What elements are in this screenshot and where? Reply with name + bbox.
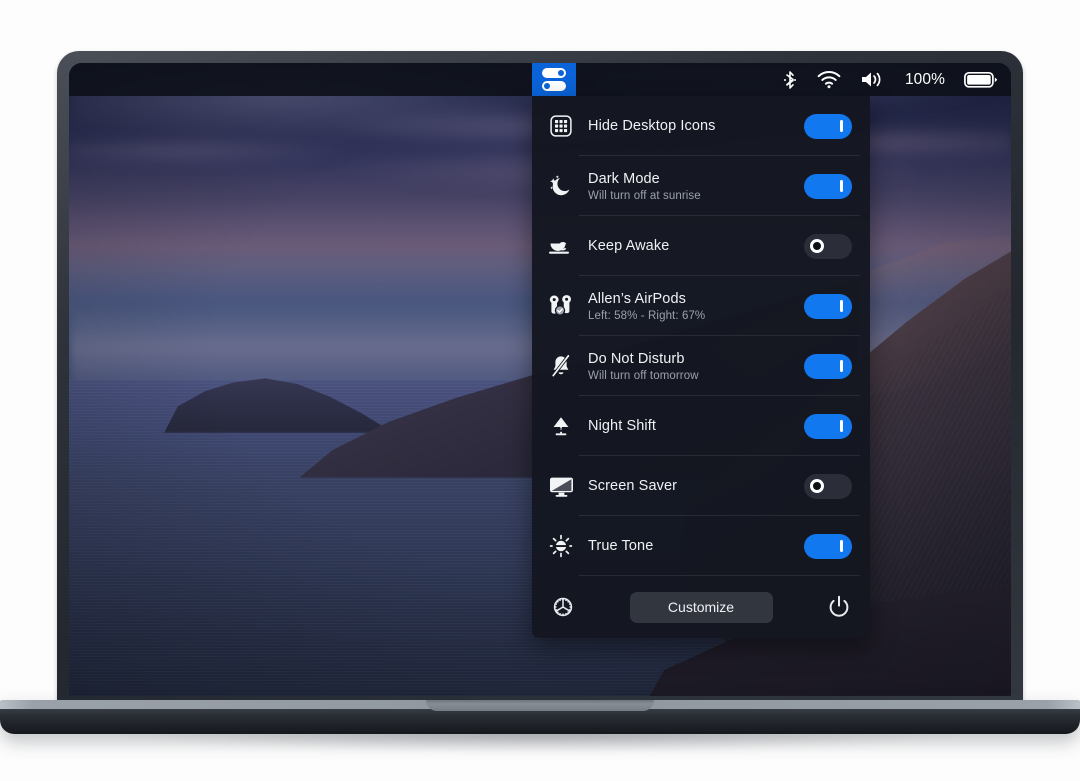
bell-slash-icon <box>542 354 580 378</box>
laptop-base <box>0 700 1080 734</box>
gear-icon[interactable] <box>546 595 580 619</box>
volume-icon[interactable] <box>860 63 886 96</box>
coffee-cup-icon <box>542 236 580 256</box>
panel-row-text: Hide Desktop Icons <box>580 118 804 134</box>
laptop-screen: 100% Hide Desktop Icons Dark Mode Will t… <box>69 63 1011 696</box>
row-title: Hide Desktop Icons <box>588 118 716 134</box>
toggle-dark-mode[interactable] <box>804 173 852 199</box>
toggle-keep-awake[interactable] <box>804 233 852 259</box>
wifi-icon[interactable] <box>817 63 841 96</box>
desktop-grid-icon <box>542 115 580 137</box>
row-title: Keep Awake <box>588 238 670 254</box>
airpods-icon <box>542 294 580 318</box>
desk-lamp-icon <box>542 414 580 438</box>
panel-row-screen-saver[interactable]: Screen Saver <box>532 456 870 516</box>
panel-row-text: Keep Awake <box>580 238 804 254</box>
battery-icon[interactable] <box>964 63 998 96</box>
display-icon <box>542 476 580 497</box>
toggle-do-not-disturb[interactable] <box>804 353 852 379</box>
laptop-lid: 100% Hide Desktop Icons Dark Mode Will t… <box>57 51 1023 706</box>
row-subtitle: Will turn off at sunrise <box>588 189 701 202</box>
laptop-base-shadow <box>120 731 960 753</box>
panel-row-true-tone[interactable]: True Tone <box>532 516 870 576</box>
row-title: Night Shift <box>588 418 656 434</box>
row-title: Allen’s AirPods <box>588 290 686 307</box>
row-separator <box>579 575 860 576</box>
screenshot-stage: 100% Hide Desktop Icons Dark Mode Will t… <box>0 0 1080 781</box>
control-panel: Hide Desktop Icons Dark Mode Will turn o… <box>532 96 870 638</box>
row-title: Dark Mode <box>588 170 660 187</box>
toggle-true-tone[interactable] <box>804 533 852 559</box>
panel-row-text: True Tone <box>580 538 804 554</box>
panel-row-text: Do Not Disturb Will turn off tomorrow <box>580 351 804 382</box>
panel-row-night-shift[interactable]: Night Shift <box>532 396 870 456</box>
toggle-hide-desktop-icons[interactable] <box>804 113 852 139</box>
panel-row-hide-desktop-icons[interactable]: Hide Desktop Icons <box>532 96 870 156</box>
panel-row-keep-awake[interactable]: Keep Awake <box>532 216 870 276</box>
panel-row-text: Screen Saver <box>580 478 804 494</box>
bluetooth-icon[interactable] <box>782 63 798 96</box>
panel-row-do-not-disturb[interactable]: Do Not Disturb Will turn off tomorrow <box>532 336 870 396</box>
laptop-base-notch <box>426 700 654 711</box>
sun-truetone-icon <box>542 534 580 558</box>
row-title: Screen Saver <box>588 478 678 494</box>
battery-percent-label: 100% <box>904 70 945 88</box>
row-title: True Tone <box>588 538 654 554</box>
panel-row-text: Dark Mode Will turn off at sunrise <box>580 171 804 202</box>
panel-row-text: Allen’s AirPods Left: 58% - Right: 67% <box>580 291 804 322</box>
power-icon[interactable] <box>822 595 856 619</box>
moon-icon <box>542 174 580 198</box>
toggle-night-shift[interactable] <box>804 413 852 439</box>
menubar-app-icon[interactable] <box>532 63 576 96</box>
panel-row-dark-mode[interactable]: Dark Mode Will turn off at sunrise <box>532 156 870 216</box>
row-subtitle: Will turn off tomorrow <box>588 369 699 382</box>
toggle-airpods[interactable] <box>804 293 852 319</box>
row-title: Do Not Disturb <box>588 350 685 367</box>
toggles-icon <box>542 68 566 91</box>
panel-row-airpods[interactable]: Allen’s AirPods Left: 58% - Right: 67% <box>532 276 870 336</box>
panel-footer: Customize <box>532 576 870 638</box>
customize-button[interactable]: Customize <box>629 591 773 623</box>
row-subtitle: Left: 58% - Right: 67% <box>588 309 706 322</box>
menu-bar-status-items: 100% <box>782 63 998 96</box>
panel-row-text: Night Shift <box>580 418 804 434</box>
menu-bar: 100% <box>69 63 1011 96</box>
toggle-screen-saver[interactable] <box>804 473 852 499</box>
